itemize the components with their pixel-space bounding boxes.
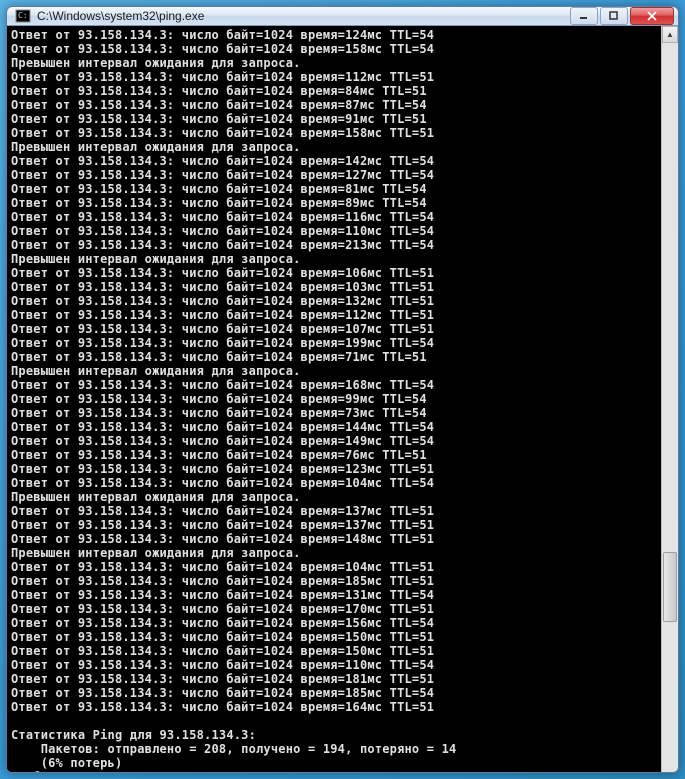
app-icon: C: bbox=[15, 8, 31, 24]
maximize-button[interactable] bbox=[600, 7, 628, 25]
scrollbar-thumb[interactable] bbox=[663, 552, 677, 622]
minimize-button[interactable] bbox=[570, 7, 598, 25]
console-output[interactable]: Ответ от 93.158.134.3: число байт=1024 в… bbox=[7, 26, 661, 773]
console-area: Ответ от 93.158.134.3: число байт=1024 в… bbox=[7, 26, 678, 773]
vertical-scrollbar[interactable]: ▲ ▼ bbox=[661, 26, 678, 773]
title-bar[interactable]: C: C:\Windows\system32\ping.exe bbox=[7, 7, 678, 26]
command-prompt-window: C: C:\Windows\system32\ping.exe Ответ от… bbox=[6, 6, 679, 773]
window-controls bbox=[568, 7, 674, 25]
window-title: C:\Windows\system32\ping.exe bbox=[37, 9, 568, 23]
scroll-up-button[interactable]: ▲ bbox=[662, 26, 678, 43]
svg-text:C:: C: bbox=[18, 11, 28, 20]
close-button[interactable] bbox=[630, 7, 674, 25]
scrollbar-track[interactable] bbox=[662, 43, 678, 773]
